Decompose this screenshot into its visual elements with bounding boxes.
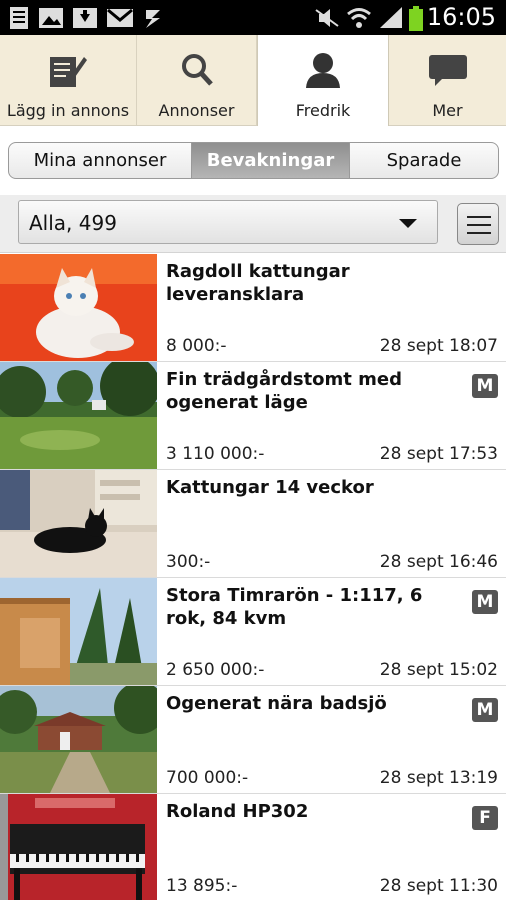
list-item[interactable]: Ragdoll kattungar leveransklara 8 000:- … [0,254,506,362]
listing-thumbnail [0,686,157,793]
listing-date: 28 sept 17:53 [379,444,498,464]
tab-post-ad-label: Lägg in annons [6,101,130,120]
notification-sync-icon [146,10,160,28]
listing-title: Stora Timrarön - 1:117, 6 rok, 84 kvm [166,585,423,629]
tab-more-label: Mer [432,101,463,120]
status-bar: 16:05 [0,0,506,35]
user-icon [306,53,340,88]
main-tabs: Lägg in annons Annonser Fredrik Mer [0,35,506,126]
segment-bar: Mina annonser Bevakningar Sparade [0,126,506,195]
category-badge: F [472,806,498,830]
tab-profile[interactable]: Fredrik [257,35,389,126]
chevron-down-icon [399,219,417,228]
listing-thumbnail [0,578,157,685]
filter-row: Alla, 499 [0,195,506,253]
filter-dropdown-value: Alla, 499 [29,211,117,235]
menu-icon [467,216,491,218]
battery-icon [409,6,423,31]
listing-thumbnail [0,254,157,361]
listing-list: Ragdoll kattungar leveransklara 8 000:- … [0,254,506,900]
list-item[interactable]: Kattungar 14 veckor 300:- 28 sept 16:46 [0,470,506,578]
post-ad-icon [50,57,87,87]
segment-watches[interactable]: Bevakningar [192,143,349,178]
listing-date: 28 sept 13:19 [379,768,498,788]
listing-thumbnail [0,362,157,469]
listing-date: 28 sept 15:02 [379,660,498,680]
notification-download-icon [73,8,97,28]
segment-my-ads[interactable]: Mina annonser [9,143,191,178]
search-icon [181,54,213,86]
category-badge: M [472,374,498,398]
listing-title: Ragdoll kattungar leveransklara [166,261,350,305]
list-item[interactable]: Fin trädgårdstomt med ogenerat läge M 3 … [0,362,506,470]
tab-post-ad[interactable]: Lägg in annons [0,35,137,125]
listing-thumbnail [0,470,157,577]
notification-doc-icon [10,7,28,29]
wifi-icon [347,8,371,28]
listing-price: 300:- [166,552,211,572]
menu-icon [467,224,491,226]
filter-dropdown[interactable]: Alla, 499 [18,200,438,244]
list-item[interactable]: Roland HP302 F 13 895:- 28 sept 11:30 [0,794,506,900]
clock: 16:05 [426,3,496,31]
menu-button[interactable] [457,203,499,245]
listing-date: 28 sept 11:30 [379,876,498,896]
segmented-control: Mina annonser Bevakningar Sparade [8,142,499,179]
tab-profile-label: Fredrik [295,101,351,120]
category-badge: M [472,698,498,722]
listing-title: Ogenerat nära badsjö [166,693,387,714]
listing-title: Roland HP302 [166,801,309,822]
category-badge: M [472,590,498,614]
segment-saved[interactable]: Sparade [350,143,498,178]
listing-date: 28 sept 16:46 [379,552,498,572]
listing-price: 13 895:- [166,876,238,896]
tab-ads[interactable]: Annonser [137,35,257,125]
signal-icon [380,7,402,28]
menu-icon [467,232,491,234]
tab-more[interactable]: Mer [389,35,506,125]
listing-date: 28 sept 18:07 [379,336,498,356]
listing-price: 700 000:- [166,768,249,788]
chat-bubble-icon [428,55,467,86]
listing-price: 8 000:- [166,336,227,356]
listing-price: 2 650 000:- [166,660,265,680]
listing-title: Fin trädgårdstomt med ogenerat läge [166,369,403,413]
tab-ads-label: Annonser [158,101,235,120]
list-item[interactable]: Ogenerat nära badsjö M 700 000:- 28 sept… [0,686,506,794]
notification-mail-icon [107,8,133,27]
notification-image-icon [39,8,63,28]
listing-thumbnail [0,794,157,900]
listing-title: Kattungar 14 veckor [166,477,374,498]
list-item[interactable]: Stora Timrarön - 1:117, 6 rok, 84 kvm M … [0,578,506,686]
listing-price: 3 110 000:- [166,444,265,464]
mute-icon [315,9,339,27]
